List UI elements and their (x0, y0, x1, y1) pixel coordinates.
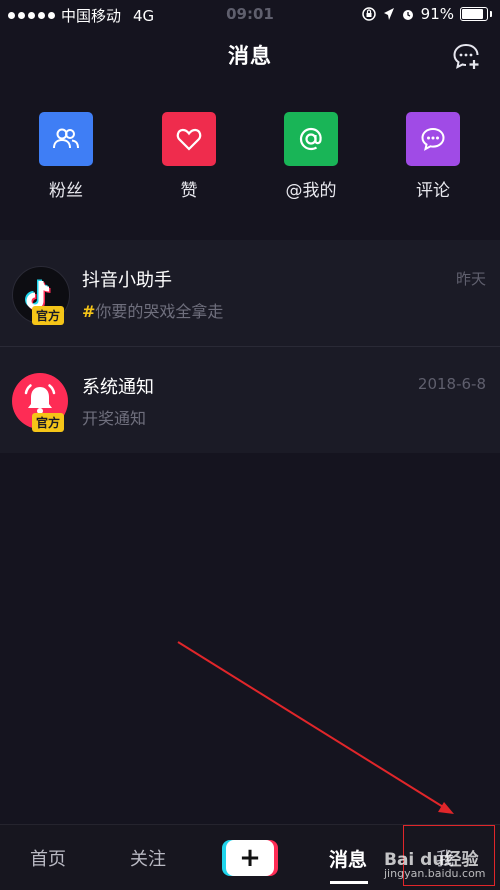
watermark-url: jingyan.baidu.com (384, 867, 486, 880)
plus-icon: + (226, 840, 274, 876)
active-tab-indicator (330, 881, 368, 884)
tab-home[interactable]: 首页 (30, 845, 66, 871)
tab-messages[interactable]: 消息 (329, 845, 367, 872)
tab-follow[interactable]: 关注 (130, 845, 166, 871)
annotation-arrow (177, 641, 454, 814)
create-video-button[interactable]: + (222, 840, 278, 876)
